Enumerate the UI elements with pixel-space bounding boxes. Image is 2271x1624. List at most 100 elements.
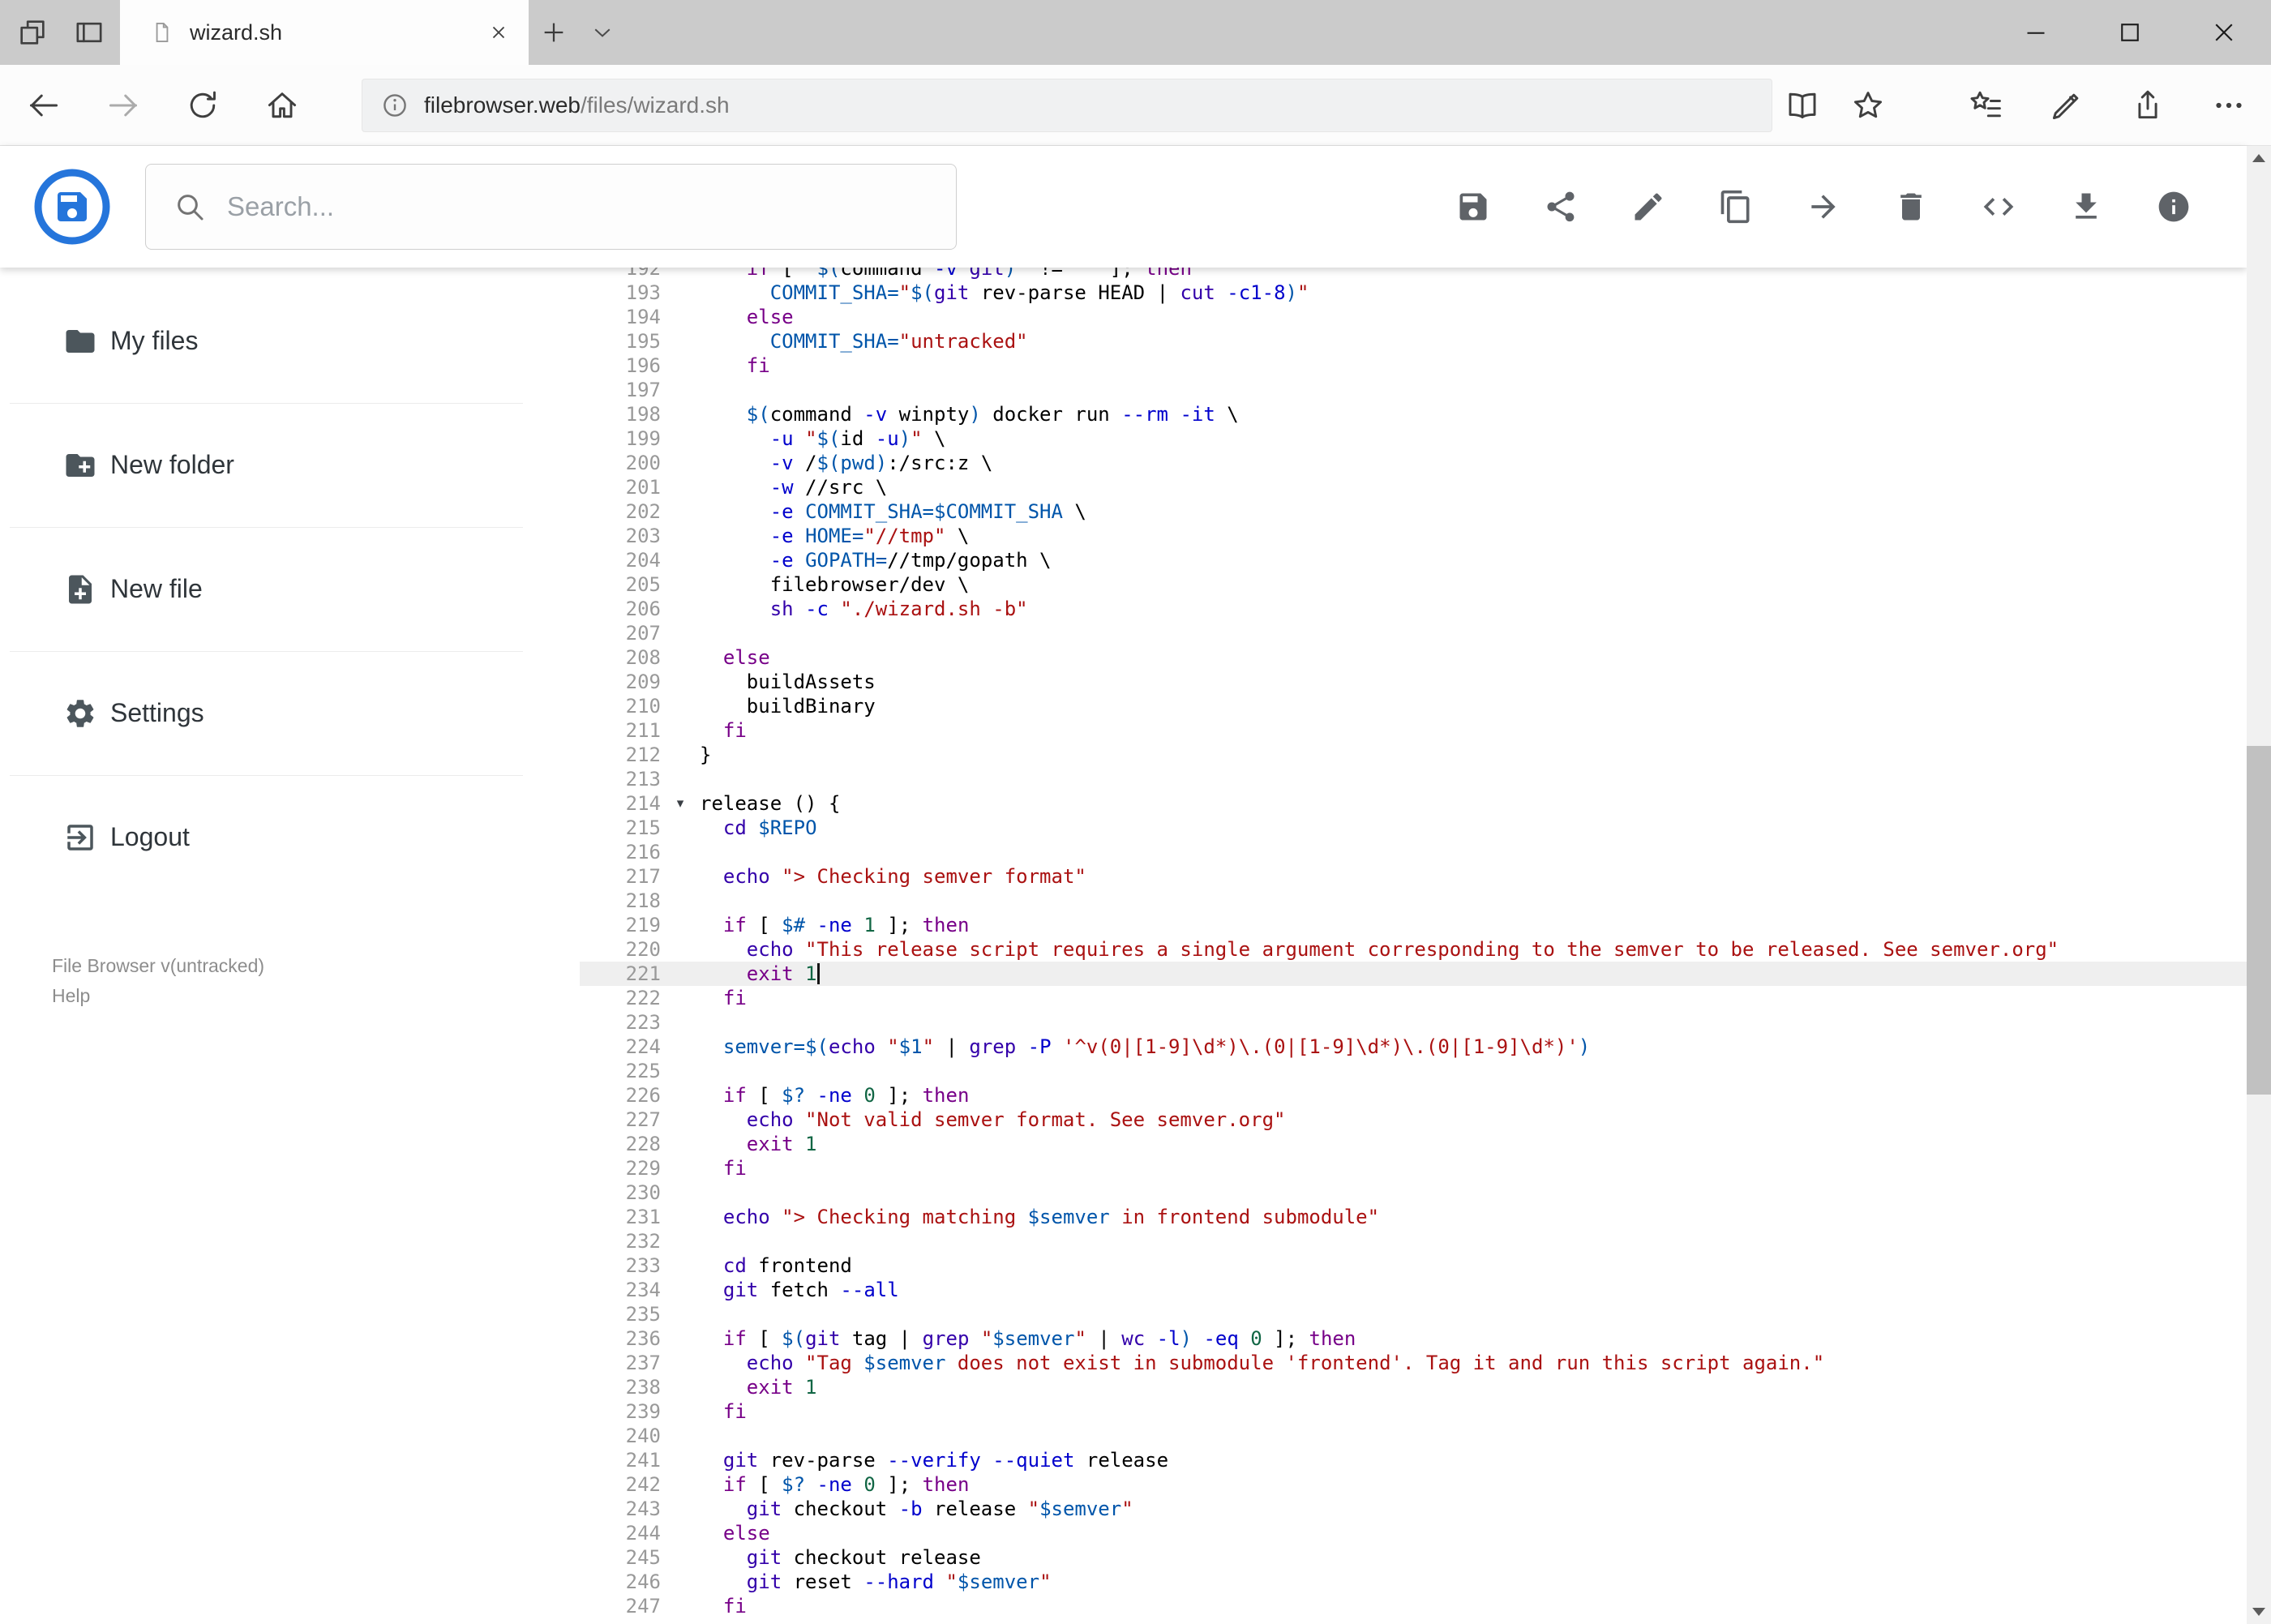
code-line-218[interactable]: 218 (580, 889, 2247, 913)
code-line-193[interactable]: 193 COMMIT_SHA="$(git rev-parse HEAD | c… (580, 281, 2247, 305)
code-line-239[interactable]: 239 fi (580, 1399, 2247, 1424)
save-button[interactable] (1455, 189, 1491, 225)
code-line-232[interactable]: 232 (580, 1229, 2247, 1253)
code-line-216[interactable]: 216 (580, 840, 2247, 864)
code-line-212[interactable]: 212} (580, 743, 2247, 767)
code-line-196[interactable]: 196 fi (580, 354, 2247, 378)
code-line-228[interactable]: 228 exit 1 (580, 1132, 2247, 1156)
code-line-224[interactable]: 224 semver=$(echo "$1" | grep -P '^v(0|[… (580, 1035, 2247, 1059)
minimize-button[interactable] (1989, 0, 2083, 65)
scrollbar-thumb[interactable] (2247, 746, 2271, 1095)
code-line-241[interactable]: 241 git rev-parse --verify --quiet relea… (580, 1448, 2247, 1472)
set-tabs-aside-button[interactable] (16, 16, 49, 49)
code-line-192[interactable]: 192 if [ "$(command -v git)" != "" ]; th… (580, 268, 2247, 281)
code-view-button[interactable] (1981, 189, 2016, 225)
new-tab-button[interactable] (529, 0, 579, 65)
code-line-208[interactable]: 208 else (580, 645, 2247, 670)
code-line-215[interactable]: 215 cd $REPO (580, 816, 2247, 840)
code-line-220[interactable]: 220 echo "This release script requires a… (580, 937, 2247, 962)
code-line-227[interactable]: 227 echo "Not valid semver format. See s… (580, 1108, 2247, 1132)
sidebar-item-new-file[interactable]: New file (0, 527, 580, 651)
code-line-245[interactable]: 245 git checkout release (580, 1545, 2247, 1570)
code-line-238[interactable]: 238 exit 1 (580, 1375, 2247, 1399)
address-bar[interactable]: filebrowser.web/files/wizard.sh (362, 78, 1772, 132)
help-link[interactable]: Help (52, 981, 580, 1011)
share-button[interactable] (2130, 88, 2166, 123)
code-line-226[interactable]: 226 if [ $? -ne 0 ]; then (580, 1083, 2247, 1108)
tab-preview-toggle[interactable] (579, 0, 626, 65)
share-file-button[interactable] (1543, 189, 1579, 225)
forward-button[interactable] (105, 88, 141, 123)
code-line-221[interactable]: 221 exit 1 (580, 962, 2247, 986)
scroll-down-button[interactable] (2247, 1600, 2271, 1624)
code-line-217[interactable]: 217 echo "> Checking semver format" (580, 864, 2247, 889)
move-button[interactable] (1806, 189, 1841, 225)
code-line-197[interactable]: 197 (580, 378, 2247, 402)
close-button[interactable] (2177, 0, 2271, 65)
maximize-button[interactable] (2083, 0, 2177, 65)
search-box[interactable] (145, 164, 957, 250)
code-line-200[interactable]: 200 -v /$(pwd):/src:z \ (580, 451, 2247, 475)
home-button[interactable] (264, 88, 300, 123)
code-line-233[interactable]: 233 cd frontend (580, 1253, 2247, 1278)
tabs-aside-list-button[interactable] (73, 16, 105, 49)
code-line-219[interactable]: 219 if [ $# -ne 1 ]; then (580, 913, 2247, 937)
tab-wizard-sh[interactable]: wizard.sh (120, 0, 529, 65)
code-line-214[interactable]: 214 ▾ release () { (580, 791, 2247, 816)
code-line-202[interactable]: 202 -e COMMIT_SHA=$COMMIT_SHA \ (580, 499, 2247, 524)
ink-notes-button[interactable] (2049, 88, 2085, 123)
back-button[interactable] (26, 88, 62, 123)
download-button[interactable] (2068, 189, 2104, 225)
site-info-icon[interactable] (380, 91, 409, 120)
code-line-243[interactable]: 243 git checkout -b release "$semver" (580, 1497, 2247, 1521)
more-button[interactable] (2211, 88, 2247, 123)
sidebar-item-logout[interactable]: Logout (0, 775, 580, 899)
sidebar-item-settings[interactable]: Settings (0, 651, 580, 775)
code-line-234[interactable]: 234 git fetch --all (580, 1278, 2247, 1302)
code-editor[interactable]: 192 if [ "$(command -v git)" != "" ]; th… (580, 268, 2247, 1624)
delete-button[interactable] (1893, 189, 1929, 225)
code-line-198[interactable]: 198 $(command -v winpty) docker run --rm… (580, 402, 2247, 426)
code-line-203[interactable]: 203 -e HOME="//tmp" \ (580, 524, 2247, 548)
sidebar-item-my-files[interactable]: My files (0, 279, 580, 403)
fold-toggle-icon[interactable]: ▾ (661, 791, 700, 816)
code-line-195[interactable]: 195 COMMIT_SHA="untracked" (580, 329, 2247, 354)
hub-button[interactable] (1968, 88, 2003, 123)
code-line-229[interactable]: 229 fi (580, 1156, 2247, 1181)
reading-view-button[interactable] (1785, 88, 1820, 123)
code-line-230[interactable]: 230 (580, 1181, 2247, 1205)
code-line-210[interactable]: 210 buildBinary (580, 694, 2247, 718)
search-input[interactable] (227, 191, 932, 222)
code-line-225[interactable]: 225 (580, 1059, 2247, 1083)
code-line-237[interactable]: 237 echo "Tag $semver does not exist in … (580, 1351, 2247, 1375)
page-scrollbar[interactable] (2247, 146, 2271, 1624)
code-line-206[interactable]: 206 sh -c "./wizard.sh -b" (580, 597, 2247, 621)
code-line-235[interactable]: 235 (580, 1302, 2247, 1326)
code-line-242[interactable]: 242 if [ $? -ne 0 ]; then (580, 1472, 2247, 1497)
code-line-213[interactable]: 213 (580, 767, 2247, 791)
refresh-button[interactable] (185, 88, 221, 123)
favorite-star-button[interactable] (1850, 88, 1886, 123)
code-line-205[interactable]: 205 filebrowser/dev \ (580, 572, 2247, 597)
info-button[interactable] (2156, 189, 2192, 225)
copy-button[interactable] (1718, 189, 1754, 225)
code-line-204[interactable]: 204 -e GOPATH=//tmp/gopath \ (580, 548, 2247, 572)
code-line-240[interactable]: 240 (580, 1424, 2247, 1448)
code-line-236[interactable]: 236 if [ $(git tag | grep "$semver" | wc… (580, 1326, 2247, 1351)
code-line-223[interactable]: 223 (580, 1010, 2247, 1035)
sidebar-item-new-folder[interactable]: New folder (0, 403, 580, 527)
tab-close-icon[interactable] (488, 22, 509, 43)
scroll-up-button[interactable] (2247, 146, 2271, 170)
filebrowser-logo[interactable] (33, 168, 111, 246)
code-line-247[interactable]: 247 fi (580, 1594, 2247, 1618)
code-line-222[interactable]: 222 fi (580, 986, 2247, 1010)
code-line-209[interactable]: 209 buildAssets (580, 670, 2247, 694)
code-line-199[interactable]: 199 -u "$(id -u)" \ (580, 426, 2247, 451)
code-line-201[interactable]: 201 -w //src \ (580, 475, 2247, 499)
code-line-194[interactable]: 194 else (580, 305, 2247, 329)
code-line-207[interactable]: 207 (580, 621, 2247, 645)
code-line-244[interactable]: 244 else (580, 1521, 2247, 1545)
rename-button[interactable] (1630, 189, 1666, 225)
code-line-231[interactable]: 231 echo "> Checking matching $semver in… (580, 1205, 2247, 1229)
code-line-246[interactable]: 246 git reset --hard "$semver" (580, 1570, 2247, 1594)
